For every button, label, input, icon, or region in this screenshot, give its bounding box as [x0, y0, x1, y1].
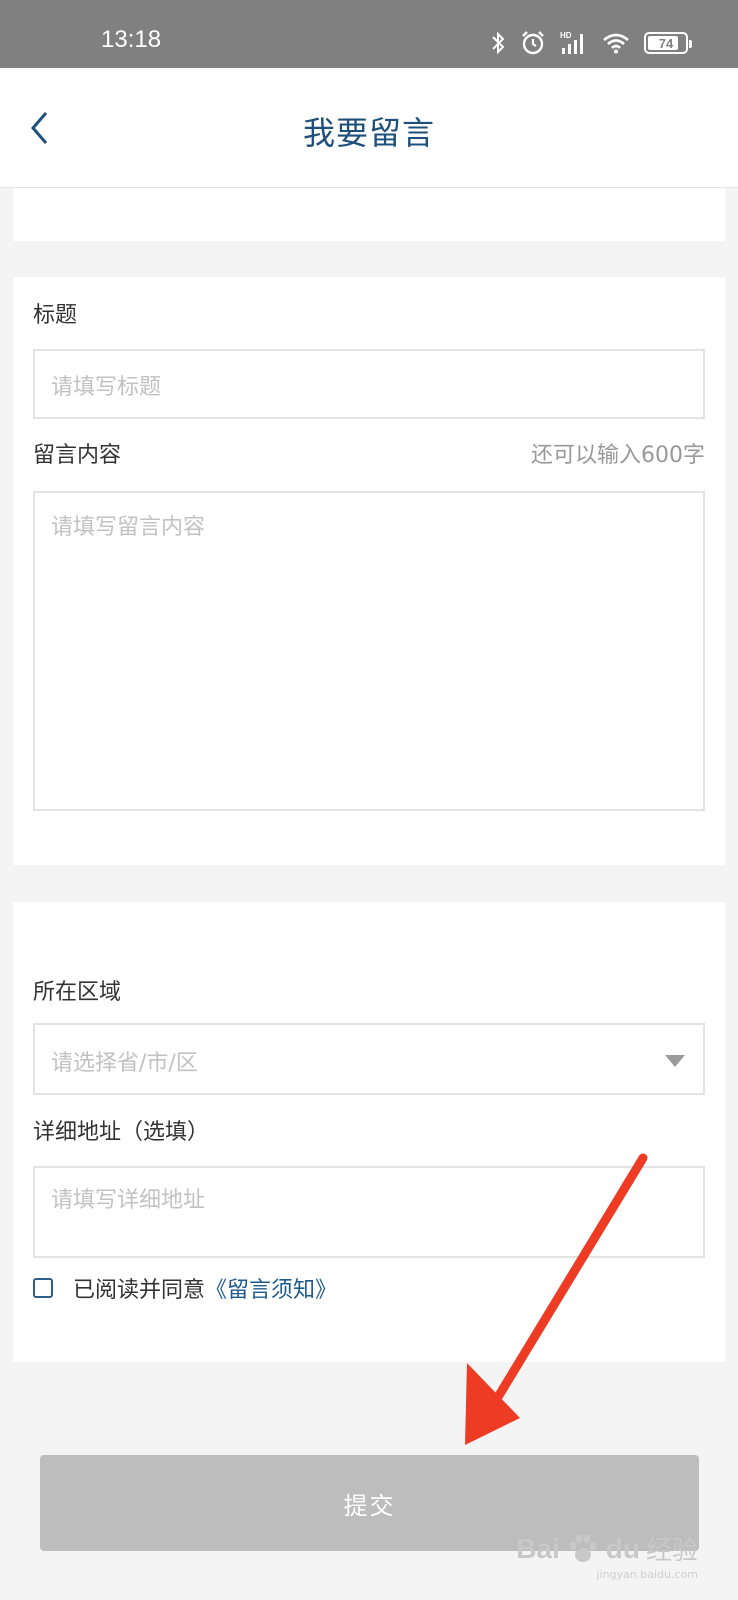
- title-label: 标题: [33, 303, 78, 328]
- watermark-url: jingyan.baidu.com: [596, 1568, 698, 1581]
- paw-icon: [569, 1534, 597, 1562]
- message-section: 标题 请填写标题 留言内容 还可以输入600字 请填写留言内容: [13, 277, 725, 865]
- content-counter: 还可以输入600字: [531, 443, 705, 468]
- address-section: 所在区域 请选择省/市/区 详细地址（选填） 请填写详细地址 已阅读并同意 《留…: [13, 902, 725, 1362]
- title-input[interactable]: 请填写标题: [33, 349, 705, 419]
- status-time: 13:18: [101, 26, 162, 53]
- title-placeholder: 请填写标题: [51, 375, 162, 400]
- region-placeholder: 请选择省/市/区: [51, 1051, 198, 1076]
- address-placeholder: 请填写详细地址: [51, 1188, 206, 1213]
- address-input[interactable]: 请填写详细地址: [33, 1166, 705, 1258]
- content-label: 留言内容: [33, 443, 122, 468]
- form-section-top: [13, 188, 725, 241]
- address-label: 详细地址（选填）: [33, 1120, 210, 1145]
- nav-bar: 我要留言: [0, 68, 738, 188]
- baidu-watermark: Bai du 经验 jingyan.baidu.com: [516, 1530, 698, 1582]
- status-icons: HD 74: [490, 28, 692, 58]
- battery-icon: 74: [644, 32, 692, 54]
- region-label: 所在区域: [33, 980, 122, 1005]
- hd-signal-icon: HD: [560, 30, 588, 56]
- bluetooth-icon: [490, 31, 506, 55]
- battery-level: 74: [658, 35, 674, 51]
- page-title: 我要留言: [302, 114, 435, 152]
- dropdown-arrow-icon: [665, 1055, 685, 1067]
- agreement-row: 已阅读并同意 《留言须知》: [33, 1272, 337, 1304]
- content-textarea[interactable]: 请填写留言内容: [33, 491, 705, 811]
- watermark-brand-suffix: du: [605, 1532, 640, 1564]
- agree-text: 已阅读并同意: [73, 1278, 206, 1303]
- watermark-cn: 经验: [645, 1536, 698, 1566]
- region-select[interactable]: 请选择省/市/区: [33, 1023, 705, 1095]
- alarm-icon: [520, 30, 546, 56]
- agree-checkbox[interactable]: [33, 1278, 53, 1298]
- content-placeholder: 请填写留言内容: [51, 515, 206, 540]
- svg-text:HD: HD: [560, 31, 572, 40]
- wifi-icon: [602, 32, 630, 54]
- watermark-brand: Bai: [516, 1532, 560, 1564]
- notice-link[interactable]: 《留言须知》: [205, 1272, 337, 1304]
- status-bar: 13:18 HD 74: [0, 0, 738, 68]
